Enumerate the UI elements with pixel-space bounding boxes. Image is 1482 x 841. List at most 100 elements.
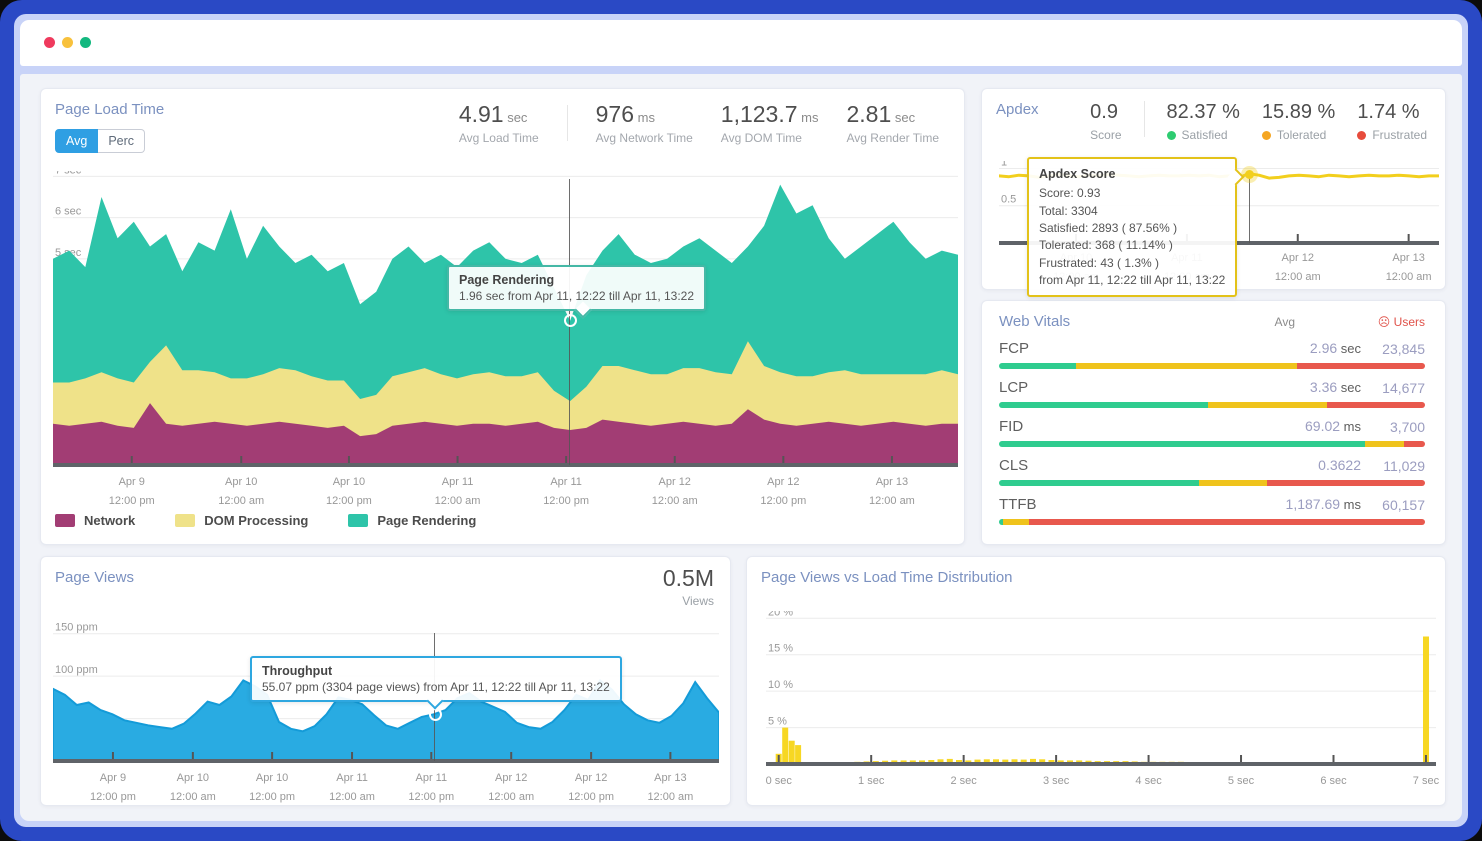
apdex-panel: Apdex 0.9Score 82.37 %Satisfied 15.89 %Tol… bbox=[981, 88, 1446, 290]
x-tick-label: Apr 1212:00 am bbox=[652, 473, 698, 510]
web-vital-row-lcp[interactable]: LCP3.36 sec14,677 bbox=[999, 376, 1425, 408]
throughput-tooltip: Throughput 55.07 ppm (3304 page views) f… bbox=[250, 656, 622, 702]
apdex-stat-tolerated: 15.89 %Tolerated bbox=[1262, 101, 1335, 142]
tooltip-body: 1.96 sec from Apr 11, 12:22 till Apr 11,… bbox=[459, 289, 694, 303]
tooltip-title: Page Rendering bbox=[459, 273, 694, 287]
toggle-avg[interactable]: Avg bbox=[55, 129, 98, 153]
dashboard: Page Load Time AvgPerc 4.91 secAvg Load … bbox=[20, 74, 1462, 821]
tooltip-line: Satisfied: 2893 ( 87.56% ) bbox=[1039, 220, 1225, 237]
x-tick-label: Apr 1012:00 am bbox=[218, 473, 264, 510]
page-load-time-chart-area: 7 sec6 sec5 sec4 sec3 sec2 sec1 sec bbox=[53, 171, 958, 467]
x-tick-label: Apr 1012:00 pm bbox=[326, 473, 372, 510]
x-tick-label: 1 sec bbox=[858, 772, 884, 791]
x-tick-label: Apr 1212:00 pm bbox=[568, 769, 614, 806]
stat-avg-dom-time: 1,123.7 msAvg DOM Time bbox=[721, 101, 819, 145]
vital-distribution-bar bbox=[999, 402, 1425, 408]
web-vital-row-fcp[interactable]: FCP2.96 sec23,845 bbox=[999, 337, 1425, 369]
vital-distribution-bar bbox=[999, 480, 1425, 486]
page-rendering-tooltip: Page Rendering 1.96 sec from Apr 11, 12:… bbox=[447, 265, 706, 311]
x-tick-label: Apr 912:00 pm bbox=[109, 473, 155, 510]
x-tick-label: 5 sec bbox=[1228, 772, 1254, 791]
avg-perc-toggle: AvgPerc bbox=[55, 129, 145, 153]
avg-column-header: Avg bbox=[1275, 315, 1295, 329]
minimize-window-button[interactable] bbox=[62, 37, 73, 48]
web-vitals-header: Web Vitals Avg ☹ Users bbox=[999, 313, 1425, 330]
apdex-score-tooltip: Apdex Score Score: 0.93 Total: 3304 Sati… bbox=[1027, 157, 1237, 297]
tooltip-line: Total: 3304 bbox=[1039, 203, 1225, 220]
x-tick-label: 0 sec bbox=[766, 772, 792, 791]
distribution-x-axis: 0 sec1 sec2 sec3 sec4 sec5 sec6 sec7 sec bbox=[766, 772, 1436, 804]
load-time-distribution-panel: Page Views vs Load Time Distribution 20 … bbox=[746, 556, 1446, 806]
maximize-window-button[interactable] bbox=[80, 37, 91, 48]
satisfied-dot-icon bbox=[1167, 131, 1176, 140]
svg-text:15 %: 15 % bbox=[768, 643, 793, 655]
x-tick-label: Apr 1212:00 pm bbox=[760, 473, 806, 510]
x-tick-label: Apr 1112:00 pm bbox=[408, 769, 454, 806]
load-time-stats: 4.91 secAvg Load Time976 msAvg Network T… bbox=[459, 101, 939, 145]
x-tick-label: Apr 1312:00 am bbox=[647, 769, 693, 806]
stat-divider bbox=[1144, 101, 1145, 137]
total-views-label: Views bbox=[663, 594, 714, 608]
svg-text:150 ppm: 150 ppm bbox=[55, 622, 98, 634]
apdex-stats: 0.9Score 82.37 %Satisfied 15.89 %Tolerated… bbox=[1090, 101, 1427, 142]
svg-text:5 %: 5 % bbox=[768, 716, 787, 728]
legend-dom-processing[interactable]: DOM Processing bbox=[175, 513, 308, 528]
web-vital-row-ttfb[interactable]: TTFB1,187.69 ms60,157 bbox=[999, 493, 1425, 525]
tooltip-line: from Apr 11, 12:22 till Apr 11, 13:22 bbox=[1039, 272, 1225, 289]
x-tick-label: Apr 1212:00 am bbox=[1275, 249, 1321, 286]
page-load-time-x-axis: Apr 912:00 pmApr 1012:00 amApr 1012:00 p… bbox=[53, 473, 958, 505]
x-tick-label: 4 sec bbox=[1135, 772, 1161, 791]
close-window-button[interactable] bbox=[44, 37, 55, 48]
toggle-perc[interactable]: Perc bbox=[98, 129, 145, 153]
window-inner: Page Load Time AvgPerc 4.91 secAvg Load … bbox=[14, 14, 1468, 827]
apdex-stat-satisfied: 82.37 %Satisfied bbox=[1167, 101, 1240, 142]
crosshair-line bbox=[1249, 174, 1250, 243]
x-tick-label: 3 sec bbox=[1043, 772, 1069, 791]
hover-point-marker bbox=[564, 314, 577, 327]
svg-text:6 sec: 6 sec bbox=[55, 206, 82, 218]
x-tick-label: Apr 1312:00 am bbox=[869, 473, 915, 510]
legend-network[interactable]: Network bbox=[55, 513, 135, 528]
apdex-score: 0.9Score bbox=[1090, 101, 1121, 142]
legend-swatch-icon bbox=[175, 514, 195, 527]
x-tick-label: 7 sec bbox=[1413, 772, 1439, 791]
svg-text:20 %: 20 % bbox=[768, 611, 793, 618]
legend-page-rendering[interactable]: Page Rendering bbox=[348, 513, 476, 528]
users-column-header[interactable]: ☹ Users bbox=[1361, 315, 1425, 329]
tooltip-line: Frustrated: 43 ( 1.3% ) bbox=[1039, 255, 1225, 272]
web-vitals-panel: Web Vitals Avg ☹ Users FCP2.96 sec23,845… bbox=[981, 300, 1446, 545]
users-label: Users bbox=[1394, 315, 1425, 329]
svg-text:10 %: 10 % bbox=[768, 679, 793, 691]
stat-divider bbox=[567, 105, 568, 141]
distribution-chart[interactable]: 20 % 15 % 10 % 5 % bbox=[766, 611, 1436, 766]
window-controls bbox=[44, 37, 91, 48]
web-vital-row-fid[interactable]: FID69.02 ms3,700 bbox=[999, 415, 1425, 447]
tooltip-body: 55.07 ppm (3304 page views) from Apr 11,… bbox=[262, 680, 610, 694]
page-views-x-axis: Apr 912:00 pmApr 1012:00 amApr 1012:00 p… bbox=[53, 769, 719, 801]
x-tick-label: Apr 1112:00 am bbox=[435, 473, 481, 510]
legend-swatch-icon bbox=[348, 514, 368, 527]
web-vitals-title: Web Vitals bbox=[999, 313, 1275, 330]
page-views-title: Page Views bbox=[55, 569, 134, 586]
page-views-total: 0.5M Views bbox=[663, 565, 714, 608]
page-load-time-title: Page Load Time bbox=[55, 101, 164, 118]
web-vital-row-cls[interactable]: CLS0.362211,029 bbox=[999, 454, 1425, 486]
stat-avg-network-time: 976 msAvg Network Time bbox=[596, 101, 693, 145]
x-tick-label: Apr 1112:00 pm bbox=[543, 473, 589, 510]
svg-text:7 sec: 7 sec bbox=[55, 171, 82, 176]
apdex-stat-frustrated: 1.74 %Frustrated bbox=[1357, 101, 1427, 142]
vital-distribution-bar bbox=[999, 363, 1425, 369]
page-load-time-chart[interactable]: 7 sec6 sec5 sec4 sec3 sec2 sec1 sec bbox=[53, 171, 958, 467]
frustrated-dot-icon bbox=[1357, 131, 1366, 140]
tooltip-line: Score: 0.93 bbox=[1039, 185, 1225, 202]
svg-text:1: 1 bbox=[1001, 161, 1007, 168]
total-views-value: 0.5M bbox=[663, 565, 714, 592]
hover-point-marker bbox=[1245, 170, 1254, 179]
web-vitals-rows: FCP2.96 sec23,845 LCP3.36 sec14,677 FID69.… bbox=[999, 337, 1425, 525]
vital-distribution-bar bbox=[999, 519, 1425, 525]
x-tick-label: Apr 1112:00 am bbox=[329, 769, 375, 806]
apdex-title: Apdex bbox=[996, 101, 1039, 118]
svg-text:100 ppm: 100 ppm bbox=[55, 664, 98, 676]
tooltip-line: Tolerated: 368 ( 11.14% ) bbox=[1039, 237, 1225, 254]
hover-point-marker bbox=[429, 708, 442, 721]
